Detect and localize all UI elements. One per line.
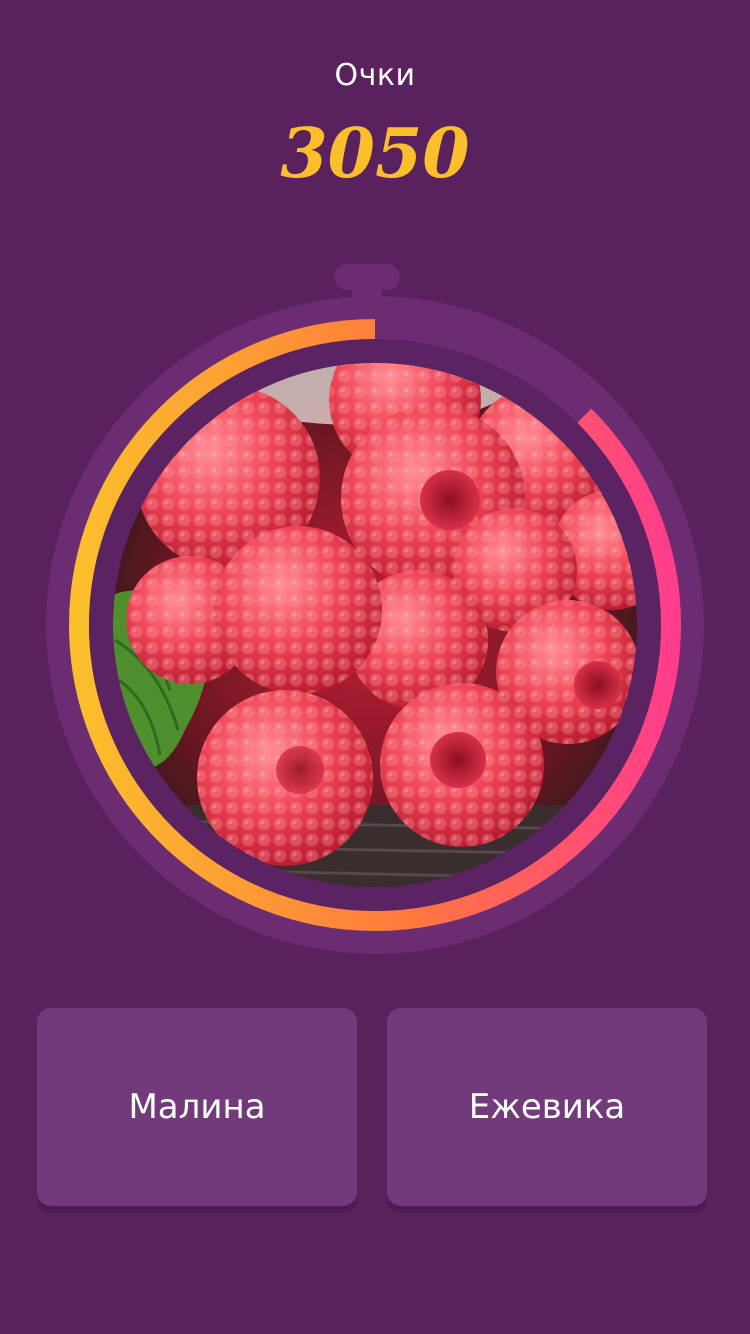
answer-buttons: Малина Ежевика <box>37 1008 713 1218</box>
stopwatch-timer <box>46 264 704 954</box>
answer-button-blackberry[interactable]: Ежевика <box>387 1008 707 1206</box>
answer-button-raspberry[interactable]: Малина <box>37 1008 357 1206</box>
